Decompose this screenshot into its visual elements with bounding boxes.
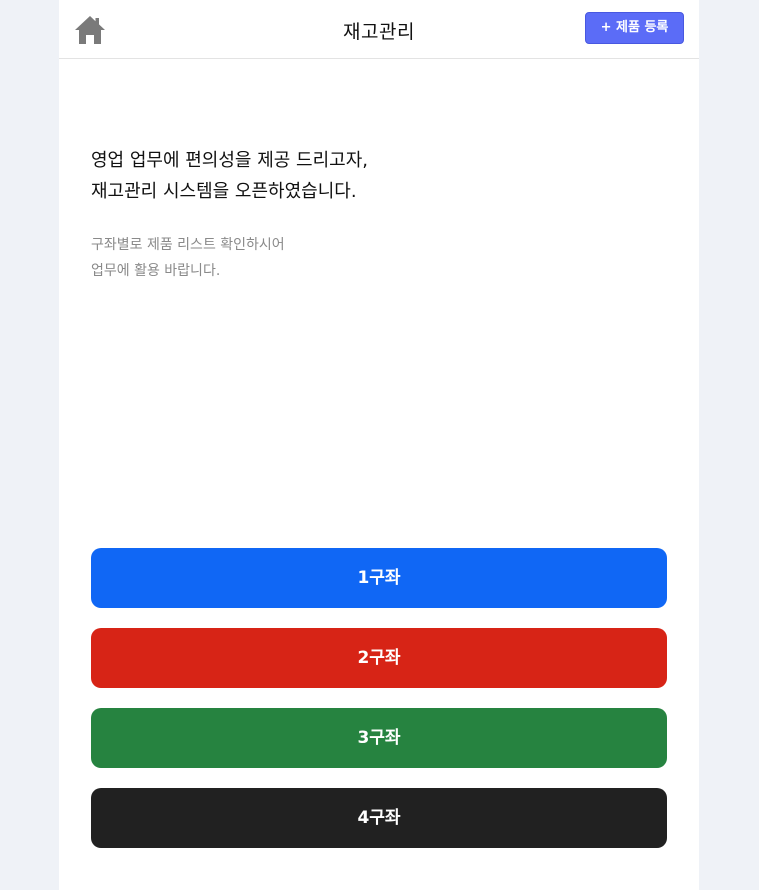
account-3-button[interactable]: 3구좌: [91, 708, 667, 768]
account-2-button[interactable]: 2구좌: [91, 628, 667, 688]
main-page: 재고관리 + 제품 등록 영업 업무에 편의성을 제공 드리고자, 재고관리 시…: [59, 0, 699, 890]
intro-headline: 영업 업무에 편의성을 제공 드리고자, 재고관리 시스템을 오픈하였습니다.: [91, 145, 368, 207]
account-1-button[interactable]: 1구좌: [91, 548, 667, 608]
headline-line-1: 영업 업무에 편의성을 제공 드리고자,: [91, 150, 369, 171]
account-4-button[interactable]: 4구좌: [91, 788, 667, 848]
subtext-line-2: 업무에 활용 바랍니다.: [91, 263, 221, 279]
subtext-line-1: 구좌별로 제품 리스트 확인하시어: [91, 237, 285, 253]
add-product-button[interactable]: + 제품 등록: [585, 12, 684, 44]
intro-subtext: 구좌별로 제품 리스트 확인하시어 업무에 활용 바랍니다.: [91, 232, 285, 284]
app-header: 재고관리 + 제품 등록: [59, 0, 699, 59]
headline-line-2: 재고관리 시스템을 오픈하였습니다.: [91, 181, 357, 202]
